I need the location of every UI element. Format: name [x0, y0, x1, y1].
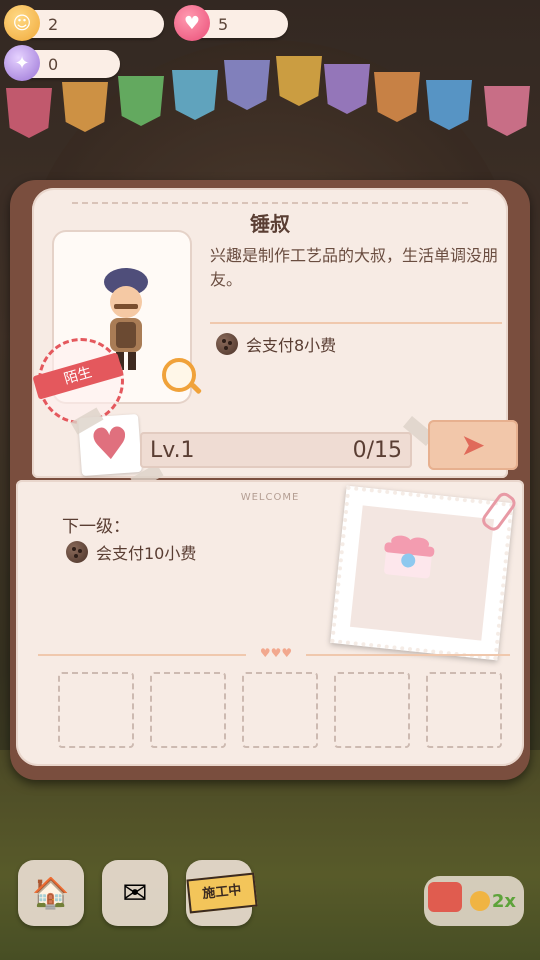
character-card-book: 锤叔 兴趣是制作工艺品的大叔，生活单调没朋友。 会支付8小费 陌生 ♥ Lv.1… [10, 180, 530, 780]
cookie-icon [216, 333, 238, 355]
affinity-progress: 0/15 [352, 437, 402, 463]
flag [276, 56, 322, 106]
coin-icon: ☺ [4, 5, 40, 41]
flag [6, 88, 52, 138]
speed-label: 2x [491, 890, 516, 912]
reward-slot[interactable] [426, 672, 502, 748]
tip-info: 会支付8小费 [216, 332, 336, 356]
affinity-level-bar: Lv.1 0/15 [140, 432, 412, 468]
affinity-level: Lv.1 [150, 437, 195, 463]
flag [118, 76, 164, 126]
send-gift-button[interactable]: ➤ [428, 420, 518, 470]
dashed-border [72, 202, 468, 204]
reward-slot[interactable] [242, 672, 318, 748]
next-level-label: 下一级： [62, 517, 130, 537]
heart-icon: ♥ [174, 5, 210, 41]
tip-text: 会支付8小费 [246, 336, 337, 355]
send-icon: ➤ [460, 427, 486, 463]
magnifier-icon[interactable] [162, 358, 196, 392]
separator [210, 322, 502, 324]
hearts-divider: ♥♥♥ [246, 646, 306, 660]
bunting-flags [0, 42, 540, 142]
mushroom-house-icon: 🏠 [32, 875, 70, 911]
letter-icon: ✉ [122, 875, 148, 911]
heart-counter[interactable]: ♥ 5 [174, 5, 288, 41]
gift-icon [384, 535, 435, 579]
coin-icon [469, 891, 490, 911]
heart-value: 5 [218, 14, 229, 34]
gift-reward-card[interactable] [330, 485, 519, 661]
cookie-icon [66, 541, 88, 563]
next-tip-info: 会支付10小费 [66, 540, 196, 564]
coin-value: 2 [48, 14, 59, 34]
flag [62, 82, 108, 132]
tv-icon [428, 882, 462, 912]
flag [426, 80, 472, 130]
reward-slot[interactable] [334, 672, 410, 748]
letters-button[interactable]: ✉ [102, 860, 168, 926]
reward-slot[interactable] [150, 672, 226, 748]
next-level-page: WELCOME 下一级： 会支付10小费 ♥♥♥ [16, 480, 524, 766]
character-description: 兴趣是制作工艺品的大叔，生活单调没朋友。 [210, 246, 499, 289]
coin-counter[interactable]: ☺ 2 [4, 5, 164, 41]
flag [172, 70, 218, 120]
speed-up-button[interactable]: 2x [424, 876, 524, 926]
construction-sign: 施工中 [186, 872, 258, 914]
flag [324, 64, 370, 114]
flag [224, 60, 270, 110]
reward-slot[interactable] [58, 672, 134, 748]
next-tip-text: 会支付10小费 [96, 544, 197, 563]
flag [374, 72, 420, 122]
home-button[interactable]: 🏠 [18, 860, 84, 926]
flag [484, 86, 530, 136]
